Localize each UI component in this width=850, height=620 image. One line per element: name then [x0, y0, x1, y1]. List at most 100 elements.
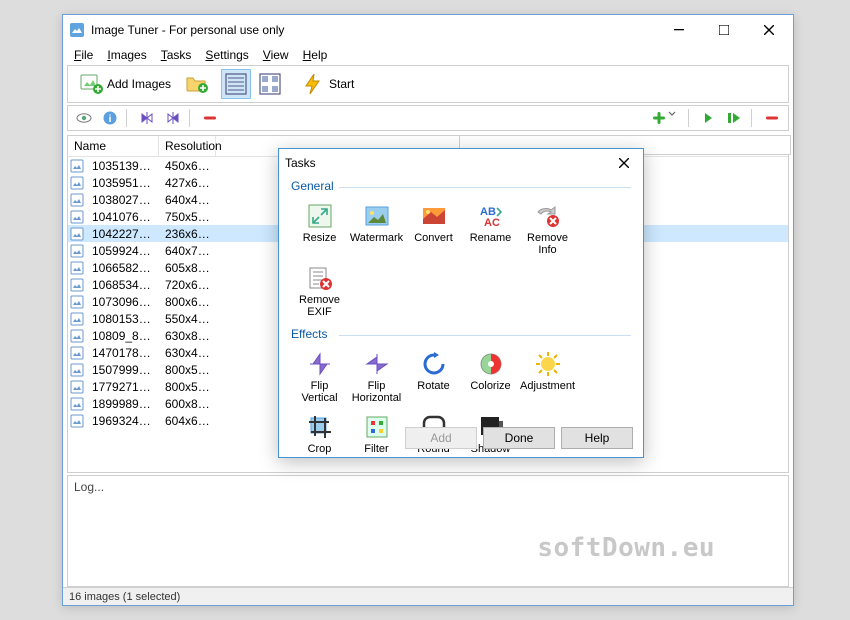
- menu-view[interactable]: View: [256, 47, 296, 63]
- play-all-icon: [727, 110, 743, 126]
- task-convert[interactable]: Convert: [405, 199, 462, 261]
- cell-resolution: 800x600: [159, 295, 216, 309]
- rotate-right-button[interactable]: [161, 107, 185, 129]
- statusbar: 16 images (1 selected): [63, 587, 793, 605]
- dialog-close-button[interactable]: [611, 151, 637, 175]
- chevron-down-icon: [668, 110, 683, 126]
- cell-name: 10599248_831...: [86, 244, 159, 258]
- task-run-button[interactable]: [697, 107, 721, 129]
- task-remove-button[interactable]: [760, 107, 784, 129]
- cell-resolution: 604x640: [159, 414, 216, 428]
- flip-right-icon: [165, 110, 181, 126]
- menu-help[interactable]: Help: [296, 47, 335, 63]
- dialog-add-button[interactable]: Add: [405, 427, 477, 449]
- dialog-done-button[interactable]: Done: [483, 427, 555, 449]
- image-file-icon: [70, 210, 84, 224]
- cell-name: 1507999_8318...: [86, 363, 159, 377]
- image-file-icon: [70, 346, 84, 360]
- view-list-button[interactable]: [221, 69, 251, 99]
- resize-icon: [306, 202, 334, 230]
- image-file-icon: [70, 414, 84, 428]
- task-flip-vertical[interactable]: FlipVertical: [291, 347, 348, 409]
- cell-resolution: 750x500: [159, 210, 216, 224]
- info-button[interactable]: [98, 107, 122, 129]
- image-file-icon: [70, 278, 84, 292]
- col-header-name[interactable]: Name: [68, 136, 159, 156]
- log-panel: Log...: [67, 475, 789, 587]
- menu-settings[interactable]: Settings: [198, 47, 255, 63]
- task-filter[interactable]: Filter: [348, 410, 405, 460]
- image-file-icon: [70, 261, 84, 275]
- preview-button[interactable]: [72, 107, 96, 129]
- task-adjustment[interactable]: Adjustment: [519, 347, 576, 409]
- task-label: Convert: [414, 232, 453, 244]
- cell-resolution: 640x415: [159, 193, 216, 207]
- rotate-left-button[interactable]: [135, 107, 159, 129]
- task-resize[interactable]: Resize: [291, 199, 348, 261]
- remove-button[interactable]: [198, 107, 222, 129]
- cell-name: 10665826_764...: [86, 261, 159, 275]
- tasks-dialog: Tasks General ResizeWatermarkConvertRena…: [278, 148, 644, 458]
- grid-view-icon: [258, 72, 282, 96]
- task-rename[interactable]: Rename: [462, 199, 519, 261]
- cell-name: 1779271_8318...: [86, 380, 159, 394]
- task-runall-button[interactable]: [723, 107, 747, 129]
- task-label: Adjustment: [520, 380, 575, 392]
- cell-resolution: 236x640: [159, 227, 216, 241]
- task-remove-exif[interactable]: RemoveEXIF: [291, 261, 348, 323]
- add-image-icon: [79, 72, 103, 96]
- task-label: RemoveEXIF: [299, 294, 340, 318]
- cell-resolution: 550x494: [159, 312, 216, 326]
- cell-name: 10422277_831...: [86, 227, 159, 241]
- task-add-button[interactable]: [650, 107, 684, 129]
- maximize-button[interactable]: [701, 16, 746, 44]
- view-grid-button[interactable]: [255, 69, 285, 99]
- flip-horizontal-icon: [363, 350, 391, 378]
- flip-vertical-icon: [306, 350, 334, 378]
- task-label: Resize: [303, 232, 337, 244]
- close-button[interactable]: [746, 16, 791, 44]
- cell-resolution: 450x600: [159, 159, 216, 173]
- task-crop[interactable]: Crop: [291, 410, 348, 460]
- task-watermark[interactable]: Watermark: [348, 199, 405, 261]
- bolt-icon: [301, 72, 325, 96]
- minus-icon: [764, 110, 780, 126]
- start-button[interactable]: Start: [294, 69, 361, 99]
- add-folder-button[interactable]: [182, 69, 212, 99]
- minus-icon: [202, 110, 218, 126]
- menu-file[interactable]: File: [67, 47, 100, 63]
- cell-name: 10410761_831...: [86, 210, 159, 224]
- dialog-help-button[interactable]: Help: [561, 427, 633, 449]
- task-remove-info[interactable]: RemoveInfo: [519, 199, 576, 261]
- cell-resolution: 800x596: [159, 363, 216, 377]
- col-header-resolution[interactable]: Resolution: [159, 136, 216, 156]
- menubar: File Images Tasks Settings View Help: [63, 45, 793, 64]
- menu-tasks[interactable]: Tasks: [154, 47, 199, 63]
- add-images-button[interactable]: Add Images: [72, 69, 178, 99]
- minimize-button[interactable]: [656, 16, 701, 44]
- image-file-icon: [70, 329, 84, 343]
- add-images-label: Add Images: [107, 77, 171, 91]
- cell-resolution: 640x726: [159, 244, 216, 258]
- watermark-icon: [363, 202, 391, 230]
- rotate-icon: [420, 350, 448, 378]
- task-label: Crop: [308, 443, 332, 455]
- crop-icon: [306, 413, 334, 441]
- close-icon: [619, 158, 629, 168]
- task-rotate[interactable]: Rotate: [405, 347, 462, 409]
- group-effects-label: Effects: [291, 327, 631, 341]
- task-colorize[interactable]: Colorize: [462, 347, 519, 409]
- menu-images[interactable]: Images: [100, 47, 153, 63]
- main-window: Image Tuner - For personal use only File…: [62, 14, 794, 606]
- cell-resolution: 800x599: [159, 380, 216, 394]
- filter-icon: [363, 413, 391, 441]
- eye-icon: [76, 110, 92, 126]
- image-file-icon: [70, 193, 84, 207]
- cell-name: 10730962_831...: [86, 295, 159, 309]
- colorize-icon: [477, 350, 505, 378]
- task-flip-horizontal[interactable]: FlipHorizontal: [348, 347, 405, 409]
- cell-name: 1969324_8318...: [86, 414, 159, 428]
- task-label: Rotate: [417, 380, 449, 392]
- play-icon: [701, 110, 717, 126]
- task-label: FlipHorizontal: [352, 380, 402, 404]
